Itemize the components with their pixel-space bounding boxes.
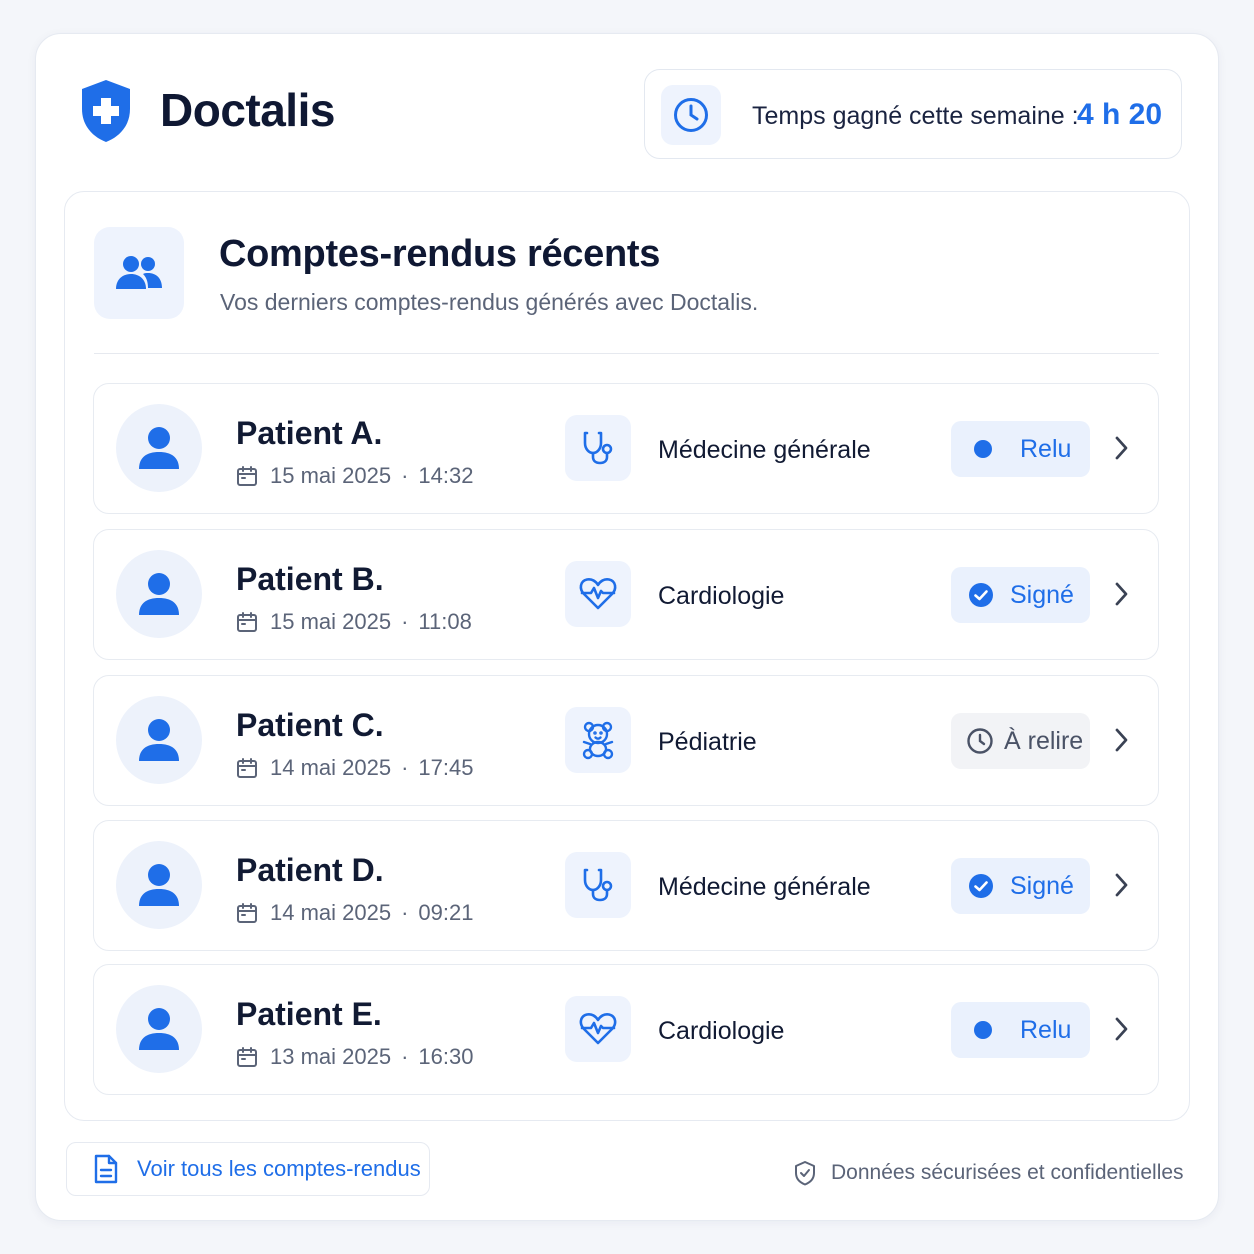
clock-outline-icon	[967, 728, 993, 754]
status-label: Relu	[1020, 435, 1072, 463]
patient-avatar-icon	[116, 550, 202, 638]
divider	[94, 353, 1159, 354]
patient-avatar-icon	[116, 841, 202, 929]
view-all-label: Voir tous les comptes-rendus	[137, 1156, 421, 1181]
heart-pulse-icon	[565, 996, 631, 1062]
users-icon	[94, 227, 184, 319]
status-badge: À relire	[951, 713, 1090, 769]
patient-avatar-icon	[116, 985, 202, 1073]
security-note: Données sécurisées et confidentielles	[793, 1160, 1184, 1186]
section-title: Comptes-rendus récents	[219, 233, 661, 275]
report-date: 13 mai 2025	[270, 1044, 392, 1069]
time-saved-panel: Temps gagné cette semaine : 4 h 20	[644, 69, 1182, 159]
report-datetime: 15 mai 2025 · 11:08	[236, 608, 472, 636]
report-time: 16:30	[418, 1044, 474, 1069]
calendar-icon	[237, 758, 257, 778]
specialty-label: Médecine générale	[658, 436, 871, 464]
time-saved-value: 4 h 20	[1077, 98, 1163, 131]
brand-name: Doctalis	[160, 84, 335, 136]
patient-name: Patient B.	[236, 561, 384, 597]
section-subtitle: Vos derniers comptes-rendus générés avec…	[220, 289, 759, 315]
report-datetime: 14 mai 2025 · 17:45	[236, 754, 473, 782]
patient-avatar-icon	[116, 696, 202, 784]
view-all-reports-button[interactable]: Voir tous les comptes-rendus	[66, 1142, 430, 1196]
status-badge: Signé	[951, 858, 1090, 914]
separator-dot: ·	[401, 1044, 409, 1069]
calendar-icon	[237, 466, 257, 486]
status-badge: Signé	[951, 567, 1090, 623]
report-date: 15 mai 2025	[270, 463, 392, 488]
shield-check-icon	[795, 1161, 815, 1186]
calendar-icon	[237, 903, 257, 923]
report-datetime: 15 mai 2025 · 14:32	[236, 462, 473, 490]
report-time: 17:45	[418, 755, 474, 780]
check-circle-icon	[969, 874, 993, 898]
specialty-label: Médecine générale	[658, 873, 871, 901]
status-dot	[974, 1021, 992, 1039]
report-time: 11:08	[418, 609, 472, 634]
patient-name: Patient A.	[236, 415, 383, 451]
status-badge: Relu	[951, 421, 1090, 477]
status-dot	[974, 440, 992, 458]
stethoscope-icon	[565, 415, 631, 481]
separator-dot: ·	[401, 900, 409, 925]
chevron-right-icon[interactable]	[1112, 1016, 1130, 1047]
status-badge: Relu	[951, 1002, 1090, 1058]
separator-dot: ·	[401, 609, 409, 634]
patient-name: Patient E.	[236, 996, 382, 1032]
check-circle-icon	[969, 583, 993, 607]
time-saved-label: Temps gagné cette semaine :	[752, 102, 1079, 130]
chevron-right-icon[interactable]	[1112, 435, 1130, 466]
report-row[interactable]: Patient C. 14 mai 2025 · 17:45 Pédiatrie À re…	[93, 675, 1159, 806]
specialty-label: Cardiologie	[658, 1017, 785, 1045]
calendar-icon	[237, 1047, 257, 1067]
status-label: À relire	[1004, 727, 1084, 755]
teddy-bear-icon	[565, 707, 631, 773]
report-datetime: 13 mai 2025 · 16:30	[236, 1043, 473, 1071]
report-date: 14 mai 2025	[270, 755, 392, 780]
specialty-label: Pédiatrie	[658, 728, 757, 756]
patient-name: Patient D.	[236, 852, 384, 888]
report-row[interactable]: Patient B. 15 mai 2025 · 11:08 Cardiologie Si…	[93, 529, 1159, 660]
clock-icon	[661, 85, 721, 145]
patient-avatar-icon	[116, 404, 202, 492]
report-time: 09:21	[418, 900, 474, 925]
report-date: 14 mai 2025	[270, 900, 392, 925]
status-label: Signé	[1010, 872, 1074, 900]
report-row[interactable]: Patient D. 14 mai 2025 · 09:21 Médecine géné…	[93, 820, 1159, 951]
calendar-icon	[237, 612, 257, 632]
security-note-label: Données sécurisées et confidentielles	[831, 1161, 1184, 1184]
report-datetime: 14 mai 2025 · 09:21	[236, 899, 473, 927]
patient-name: Patient C.	[236, 707, 384, 743]
stethoscope-icon	[565, 852, 631, 918]
heart-pulse-icon	[565, 561, 631, 627]
report-date: 15 mai 2025	[270, 609, 392, 634]
chevron-right-icon[interactable]	[1112, 872, 1130, 903]
chevron-right-icon[interactable]	[1112, 727, 1130, 758]
shield-cross-logo-icon	[82, 80, 130, 142]
separator-dot: ·	[401, 755, 409, 780]
report-row[interactable]: Patient A. 15 mai 2025 · 14:32 Médecine géné…	[93, 383, 1159, 514]
chevron-right-icon[interactable]	[1112, 581, 1130, 612]
document-icon	[94, 1154, 118, 1184]
report-row[interactable]: Patient E. 13 mai 2025 · 16:30 Cardiologie Re…	[93, 964, 1159, 1095]
report-time: 14:32	[418, 463, 474, 488]
separator-dot: ·	[401, 463, 409, 488]
specialty-label: Cardiologie	[658, 582, 785, 610]
status-label: Signé	[1010, 581, 1074, 609]
status-label: Relu	[1020, 1016, 1072, 1044]
